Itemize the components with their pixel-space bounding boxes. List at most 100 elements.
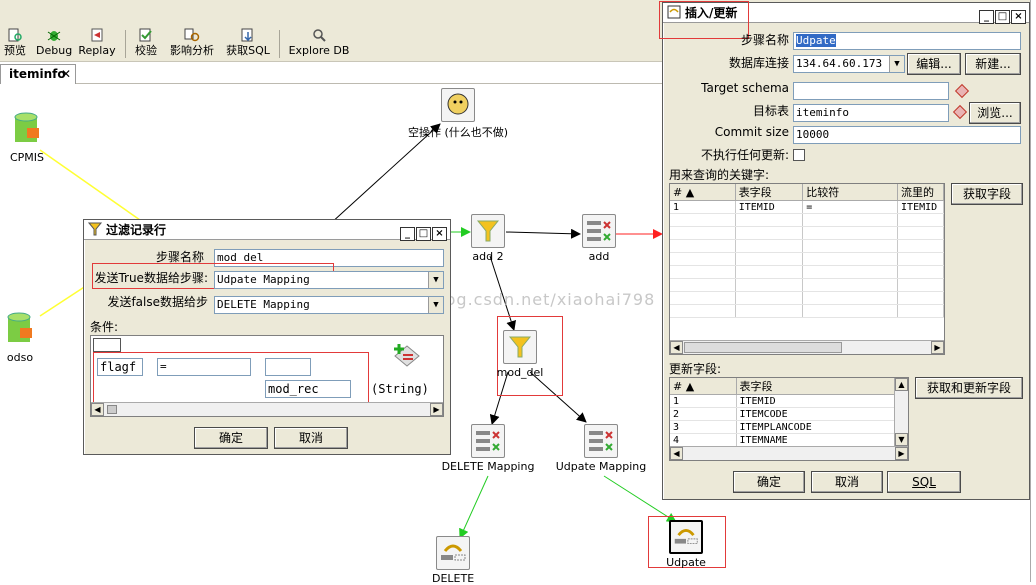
step-add2[interactable]: add 2 — [466, 214, 510, 263]
db-connection-label: 数据库连接 — [728, 56, 789, 70]
chevron-down-icon[interactable]: ▼ — [428, 297, 443, 313]
target-table-label: 目标表 — [752, 104, 789, 118]
chevron-down-icon[interactable]: ▼ — [428, 272, 443, 288]
scroll-up-icon[interactable]: ▲ — [895, 378, 908, 391]
scroll-left-icon[interactable]: ◀ — [670, 447, 683, 460]
get-fields-button[interactable]: 获取字段 — [951, 183, 1023, 205]
close-button[interactable]: × — [1011, 10, 1026, 24]
step-cpmis[interactable]: CPMIS — [4, 112, 50, 164]
no-update-label: 不执行任何更新: — [700, 148, 789, 162]
cancel-button[interactable]: 取消 — [811, 471, 883, 493]
database-input-icon — [7, 312, 32, 342]
update-step-icon — [669, 520, 703, 554]
column-header[interactable]: 比较符 — [802, 184, 899, 201]
table-row[interactable]: 3 ITEMPLANCODE — [670, 420, 897, 434]
true-target-select[interactable]: Udpate Mapping ▼ — [214, 271, 444, 289]
ok-button[interactable]: 确定 — [194, 427, 268, 449]
no-update-checkbox[interactable] — [793, 149, 805, 161]
get-sql-button[interactable]: 获取SQL — [225, 28, 271, 60]
step-name-label: 步骤名称 — [740, 33, 789, 47]
condition-node[interactable] — [93, 338, 121, 352]
replay-icon — [91, 28, 103, 42]
tab-iteminfo[interactable]: iteminfo ✕ — [0, 64, 76, 84]
edit-connection-button[interactable]: 编辑... — [907, 53, 961, 75]
browse-button[interactable]: 浏览... — [969, 102, 1021, 124]
column-header[interactable]: 表字段 — [736, 378, 897, 395]
true-target-label: 发送True数据给步骤: — [94, 271, 208, 285]
update-step-icon — [436, 536, 470, 570]
step-add[interactable]: add — [580, 214, 618, 263]
scroll-left-icon[interactable]: ◀ — [91, 403, 104, 416]
column-header[interactable]: 流里的 — [897, 184, 944, 201]
preview-button[interactable]: 预览 — [2, 28, 28, 60]
filter-rows-dialog: 过滤记录行 _ □ × 步骤名称 mod_del 发送True数据给步骤: Udpa… — [83, 219, 451, 455]
scroll-right-icon[interactable]: ▶ — [895, 447, 908, 460]
scroll-thumb[interactable] — [684, 342, 842, 353]
target-table-input[interactable]: iteminfo — [793, 104, 949, 122]
verify-icon — [139, 28, 152, 42]
column-header[interactable]: # ▲ — [670, 184, 736, 201]
lookup-keys-label: 用来查询的关键字: — [669, 168, 770, 182]
table-row[interactable]: 2 ITEMCODE — [670, 407, 897, 421]
condition-editor[interactable]: flagf = mod_rec (String) ◀ ▶ — [90, 335, 444, 417]
scroll-right-icon[interactable]: ▶ — [430, 403, 443, 416]
column-header[interactable]: 表字段 — [735, 184, 804, 201]
step-udpate[interactable]: Udpate — [664, 520, 708, 569]
commit-size-label: Commit size — [714, 125, 789, 139]
horizontal-scrollbar[interactable]: ◀ ▶ — [670, 446, 908, 460]
column-header[interactable]: # ▲ — [670, 378, 737, 395]
step-dummy[interactable]: 空操作 (什么也不做) — [398, 88, 518, 140]
false-target-select[interactable]: DELETE Mapping ▼ — [214, 296, 444, 314]
table-row[interactable]: 1 ITEMID — [670, 394, 897, 408]
false-target-label: 发送false数据给步 — [107, 295, 208, 309]
horizontal-scrollbar[interactable]: ◀ ▶ — [670, 340, 944, 354]
scroll-left-icon[interactable]: ◀ — [670, 341, 683, 354]
maximize-button[interactable]: □ — [416, 227, 431, 241]
preview-icon — [8, 28, 22, 42]
table-row[interactable]: 1 ITEMID = ITEMID — [670, 200, 944, 214]
window-edge — [1030, 0, 1036, 582]
variable-icon — [954, 83, 970, 99]
get-update-fields-button[interactable]: 获取和更新字段 — [915, 377, 1023, 399]
toolbar-separator — [279, 30, 280, 58]
explore-db-icon — [313, 29, 326, 42]
maximize-button[interactable]: □ — [995, 10, 1010, 24]
dialog-titlebar: 过滤记录行 _ □ × — [84, 220, 450, 241]
chevron-down-icon[interactable]: ▼ — [889, 56, 904, 72]
scroll-thumb[interactable] — [107, 405, 117, 414]
bug-icon — [47, 31, 61, 41]
step-delete[interactable]: DELETE — [432, 536, 474, 585]
debug-button[interactable]: Debug — [36, 28, 72, 60]
step-mod-del[interactable]: mod_del — [496, 330, 544, 379]
minimize-button[interactable]: _ — [979, 10, 994, 24]
minimize-button[interactable]: _ — [400, 227, 415, 241]
verify-button[interactable]: 校验 — [132, 28, 160, 60]
new-connection-button[interactable]: 新建... — [965, 53, 1021, 75]
target-schema-input[interactable] — [793, 82, 949, 100]
cancel-button[interactable]: 取消 — [274, 427, 348, 449]
step-delete-mapping[interactable]: DELETE Mapping — [440, 424, 536, 473]
ok-button[interactable]: 确定 — [733, 471, 805, 493]
db-connection-select[interactable]: 134.64.60.173 ▼ — [793, 55, 905, 73]
scroll-down-icon[interactable]: ▼ — [895, 433, 908, 446]
step-udpate-mapping[interactable]: Udpate Mapping — [554, 424, 648, 473]
commit-size-input[interactable]: 10000 — [793, 126, 1021, 144]
sql-button[interactable]: SQL — [887, 471, 961, 493]
update-fields-table[interactable]: # ▲ 表字段 1 ITEMID 2 ITEMCODE 3 ITEMPLANCODE … — [669, 377, 909, 461]
filter-icon — [503, 330, 537, 364]
explore-db-button[interactable]: Explore DB — [286, 28, 352, 60]
step-name-input[interactable]: Udpate — [793, 32, 1021, 50]
close-icon[interactable]: ✕ — [61, 65, 71, 83]
add-condition-icon[interactable] — [393, 342, 423, 370]
mapping-icon — [471, 424, 505, 458]
replay-button[interactable]: Replay — [77, 28, 117, 60]
condition-scrollbar[interactable]: ◀ ▶ — [91, 402, 443, 416]
close-button[interactable]: × — [432, 227, 447, 241]
impact-analysis-icon — [184, 28, 200, 42]
lookup-keys-table[interactable]: # ▲ 表字段 比较符 流里的 1 ITEMID = ITEMID ◀ ▶ — [669, 183, 945, 355]
vertical-scrollbar[interactable]: ▲ ▼ — [894, 378, 908, 446]
step-odso[interactable]: odso — [0, 312, 40, 364]
scroll-right-icon[interactable]: ▶ — [931, 341, 944, 354]
table-row[interactable]: 4 ITEMNAME — [670, 433, 897, 447]
impact-analysis-button[interactable]: 影响分析 — [166, 28, 218, 60]
